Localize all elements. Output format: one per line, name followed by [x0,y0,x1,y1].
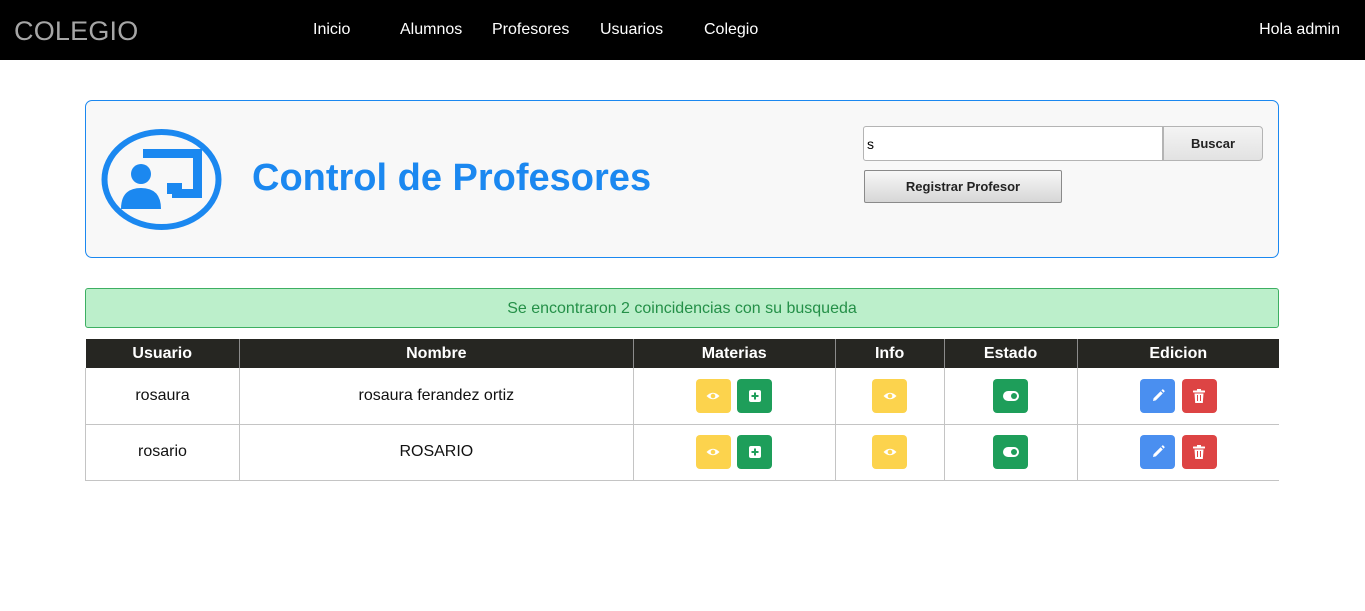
table-header-row: Usuario Nombre Materias Info Estado Edic… [85,339,1279,368]
eye-icon [883,392,897,399]
cell-usuario: rosario [85,424,240,481]
user-greeting[interactable]: Hola admin [1259,21,1340,39]
column-header-info[interactable]: Info [835,339,945,368]
delete-button[interactable] [1181,435,1217,469]
column-header-nombre[interactable]: Nombre [239,339,634,368]
register-teacher-button[interactable]: Registrar Profesor [864,170,1062,203]
cell-usuario: rosaura [85,368,240,425]
cell-info [835,424,945,481]
cell-edicion [1077,368,1279,425]
cell-edicion [1077,424,1279,481]
cell-nombre: ROSARIO [239,424,634,481]
cell-estado [944,368,1078,425]
brand-logo[interactable]: COLEGIO [14,16,138,47]
pencil-icon [1152,389,1165,401]
cell-nombre: rosaura ferandez ortiz [239,368,634,425]
edit-button[interactable] [1140,378,1176,413]
column-header-usuario[interactable]: Usuario [85,339,240,368]
trash-icon [1193,445,1205,459]
column-header-materias[interactable]: Materias [633,339,836,368]
view-info-button[interactable] [872,435,908,469]
nav-link-inicio[interactable]: Inicio [313,21,350,39]
eye-icon [883,448,897,456]
view-info-button[interactable] [872,378,908,413]
toggle-status-button[interactable] [993,435,1029,469]
toggle-on-icon [1002,447,1019,457]
cell-estado [944,424,1078,481]
nav-link-alumnos[interactable]: Alumnos [400,21,462,39]
nav-link-colegio[interactable]: Colegio [704,21,758,39]
eye-icon [706,448,720,456]
add-subject-button[interactable] [737,378,773,413]
cell-materias [633,368,836,425]
page-title: Control de Profesores [252,157,652,199]
search-input[interactable] [863,126,1163,161]
column-header-estado[interactable]: Estado [944,339,1078,368]
delete-button[interactable] [1181,378,1217,413]
pencil-icon [1152,445,1165,457]
plus-square-icon [748,389,761,402]
column-header-edicion[interactable]: Edicion [1077,339,1279,368]
eye-icon [706,392,720,399]
edit-button[interactable] [1140,435,1176,469]
plus-square-icon [748,446,761,458]
table-row: rosario ROSARIO [85,424,1279,481]
trash-icon [1193,388,1205,403]
header-panel: Control de Profesores Buscar Registrar P… [85,100,1279,258]
teachers-table: Usuario Nombre Materias Info Estado Edic… [85,339,1279,481]
teacher-board-icon [101,129,222,230]
nav-link-profesores[interactable]: Profesores [492,21,569,39]
table-row: rosaura rosaura ferandez ortiz [85,368,1279,425]
view-subjects-button[interactable] [695,435,731,469]
add-subject-button[interactable] [737,435,773,469]
search-result-alert: Se encontraron 2 coincidencias con su bu… [85,288,1279,328]
toggle-on-icon [1002,390,1019,401]
cell-info [835,368,945,425]
toggle-status-button[interactable] [993,378,1029,413]
search-button[interactable]: Buscar [1163,126,1263,161]
top-navbar: COLEGIO Inicio Alumnos Profesores Usuari… [0,0,1365,60]
nav-link-usuarios[interactable]: Usuarios [600,21,663,39]
cell-materias [633,424,836,481]
view-subjects-button[interactable] [695,378,731,413]
